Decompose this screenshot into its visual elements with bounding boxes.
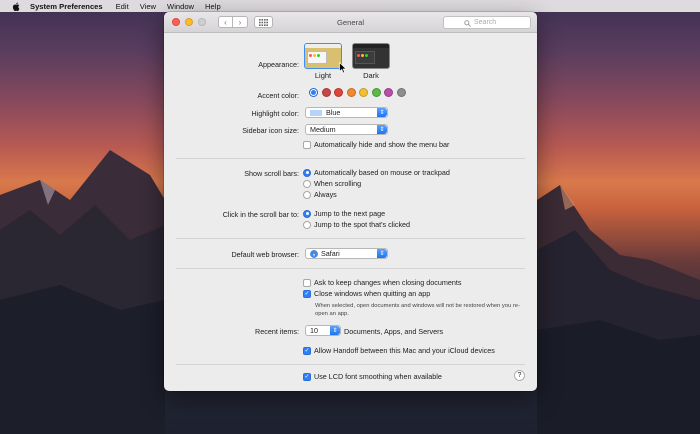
apple-menu-icon[interactable]: [12, 1, 20, 11]
accent-green-swatch[interactable]: [371, 88, 381, 97]
search-input[interactable]: Search: [443, 16, 531, 29]
menu-window[interactable]: Window: [167, 2, 194, 11]
default-browser-popup[interactable]: Safari ⇕: [305, 248, 388, 259]
zoom-button[interactable]: [198, 18, 206, 26]
chevron-updown-icon: ⇕: [377, 108, 387, 117]
close-windows-note: When selected, open documents and window…: [315, 303, 520, 317]
menu-edit[interactable]: Edit: [116, 2, 129, 11]
click-spot-radio[interactable]: [303, 220, 311, 229]
close-windows-row[interactable]: ✓ Close windows when quitting an app: [303, 289, 430, 298]
handoff-row[interactable]: ✓ Allow Handoff between this Mac and you…: [303, 346, 495, 355]
search-icon: [464, 20, 471, 27]
show-all-button[interactable]: [254, 16, 273, 28]
click-spot-option[interactable]: Jump to the spot that's clicked: [303, 220, 410, 229]
scroll-always-label: Always: [314, 190, 337, 199]
auto-hide-menubar-label: Automatically hide and show the menu bar: [314, 140, 450, 149]
lcd-smoothing-row[interactable]: ✓ Use LCD font smoothing when available: [303, 372, 442, 381]
accent-color-swatches: [309, 88, 406, 97]
appearance-dark-option[interactable]: Dark: [352, 43, 390, 80]
auto-hide-menubar-checkbox[interactable]: [303, 140, 311, 149]
scroll-bars-label: Show scroll bars:: [244, 169, 299, 178]
lcd-smoothing-label: Use LCD font smoothing when available: [314, 372, 442, 381]
light-thumbnail: [304, 43, 342, 69]
search-placeholder: Search: [474, 19, 497, 26]
auto-hide-menubar-row[interactable]: Automatically hide and show the menu bar: [303, 140, 449, 149]
back-button[interactable]: ‹: [218, 16, 233, 28]
close-windows-checkbox[interactable]: ✓: [303, 289, 311, 298]
menu-view[interactable]: View: [140, 2, 156, 11]
accent-orange-swatch[interactable]: [346, 88, 356, 97]
accent-graphite-swatch[interactable]: [396, 88, 406, 97]
ask-keep-changes-label: Ask to keep changes when closing documen…: [314, 278, 462, 287]
sidebar-icon-size-popup[interactable]: Medium ⇕: [305, 124, 388, 135]
menu-help[interactable]: Help: [205, 2, 221, 11]
scroll-auto-label: Automatically based on mouse or trackpad: [314, 168, 450, 177]
scroll-option-always[interactable]: Always: [303, 190, 337, 199]
close-button[interactable]: [172, 18, 180, 26]
click-next-page-radio[interactable]: [303, 209, 311, 218]
click-spot-label: Jump to the spot that's clicked: [314, 220, 411, 229]
forward-button[interactable]: ›: [233, 16, 248, 28]
accent-pink-swatch[interactable]: [384, 88, 393, 97]
highlight-label: Highlight color:: [251, 109, 299, 118]
scroll-always-radio[interactable]: [303, 190, 311, 199]
chevron-updown-icon: ⇕: [377, 125, 387, 134]
help-button[interactable]: ?: [514, 370, 525, 381]
lcd-smoothing-checkbox[interactable]: ✓: [303, 372, 311, 381]
highlight-value: Blue: [326, 108, 341, 117]
safari-icon: [310, 249, 318, 258]
handoff-label: Allow Handoff between this Mac and your …: [314, 346, 495, 355]
scroll-when-scrolling-radio[interactable]: [303, 179, 311, 188]
accent-blue-swatch[interactable]: [309, 88, 318, 97]
window-controls: [172, 18, 206, 26]
divider: [176, 238, 525, 239]
light-label: Light: [314, 71, 332, 80]
browser-label: Default web browser:: [231, 250, 299, 259]
sidebar-icon-value: Medium: [310, 125, 336, 134]
title-bar: ‹ › General Search: [164, 12, 537, 33]
menu-app-name[interactable]: System Preferences: [30, 2, 103, 11]
handoff-checkbox[interactable]: ✓: [303, 346, 311, 355]
chevron-right-icon: ›: [238, 17, 242, 27]
accent-purple-swatch[interactable]: [321, 88, 331, 97]
scroll-option-scrolling[interactable]: When scrolling: [303, 179, 361, 188]
highlight-color-popup[interactable]: Blue ⇕: [305, 107, 388, 118]
sidebar-icon-label: Sidebar icon size:: [242, 126, 299, 135]
recent-items-popup[interactable]: 10 ⇕: [305, 325, 341, 336]
accent-yellow-swatch[interactable]: [359, 88, 368, 97]
recent-items-value: 10: [310, 326, 318, 335]
accent-red-swatch[interactable]: [334, 88, 343, 97]
browser-value: Safari: [321, 249, 340, 258]
appearance-label: Appearance:: [258, 60, 299, 69]
dark-label: Dark: [363, 71, 379, 80]
recent-items-label: Recent items:: [255, 327, 299, 336]
click-scroll-label: Click in the scroll bar to:: [222, 210, 299, 219]
appearance-light-option[interactable]: Light: [304, 43, 342, 80]
scroll-auto-radio[interactable]: [303, 168, 311, 177]
click-next-page-label: Jump to the next page: [314, 209, 386, 218]
chevron-updown-icon: ⇕: [330, 326, 340, 335]
accent-label: Accent color:: [257, 91, 299, 100]
divider: [176, 158, 525, 159]
divider: [176, 364, 525, 365]
chevron-left-icon: ‹: [224, 17, 227, 27]
scroll-option-auto[interactable]: Automatically based on mouse or trackpad: [303, 168, 450, 177]
dark-thumbnail: [352, 43, 390, 69]
click-next-page-option[interactable]: Jump to the next page: [303, 209, 385, 218]
chevron-updown-icon: ⇕: [377, 249, 387, 258]
grid-icon: [259, 18, 268, 26]
nav-buttons: ‹ ›: [218, 16, 248, 28]
ask-keep-changes-checkbox[interactable]: [303, 278, 311, 287]
divider: [176, 268, 525, 269]
minimize-button[interactable]: [185, 18, 193, 26]
scroll-when-scrolling-label: When scrolling: [314, 179, 362, 188]
recent-items-suffix: Documents, Apps, and Servers: [344, 327, 444, 336]
close-windows-label: Close windows when quitting an app: [314, 289, 431, 298]
preferences-window: ‹ › General Search Appearance: Light Dar…: [164, 12, 537, 391]
highlight-swatch: [310, 109, 322, 116]
mouse-pointer-icon: [339, 62, 347, 74]
menu-bar: System Preferences Edit View Window Help: [0, 0, 700, 12]
ask-keep-changes-row[interactable]: Ask to keep changes when closing documen…: [303, 278, 461, 287]
